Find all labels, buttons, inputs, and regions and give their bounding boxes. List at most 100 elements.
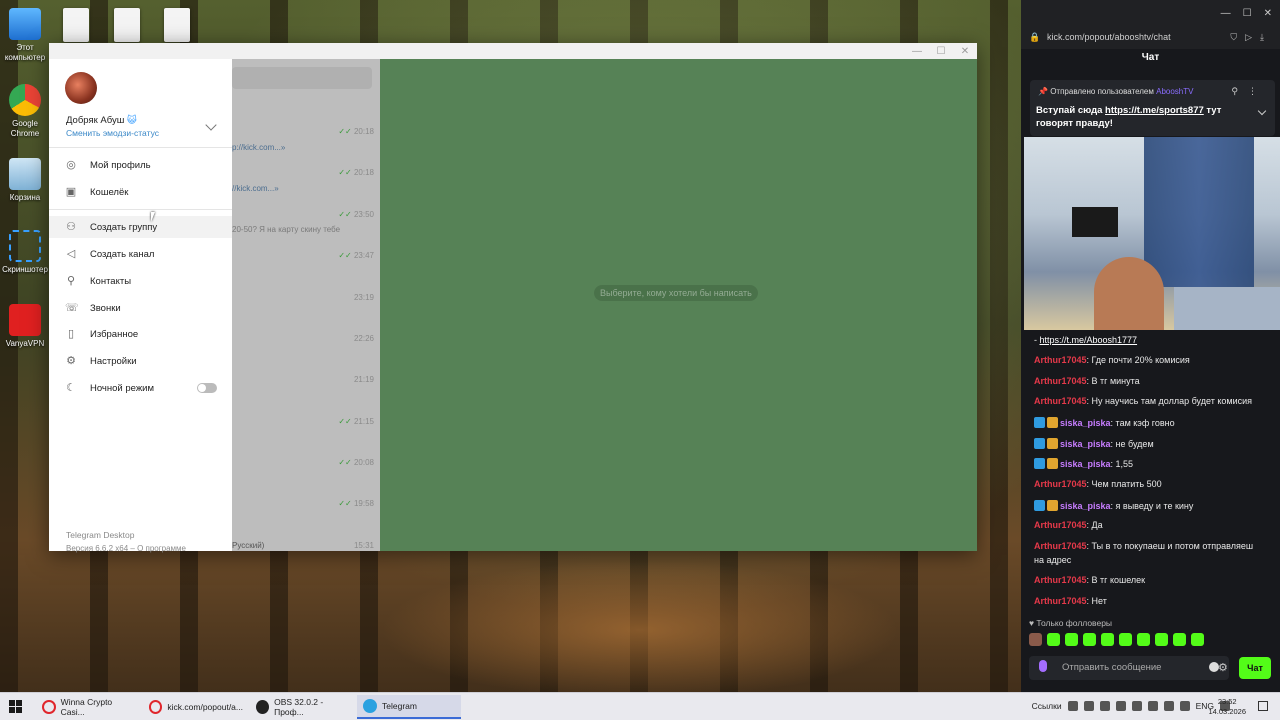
chat-row[interactable]: 22:26 — [232, 334, 380, 346]
file-icon[interactable] — [114, 8, 140, 42]
screenshot-shortcut[interactable]: Скриншотер — [0, 230, 50, 275]
microphone-icon[interactable] — [1039, 660, 1047, 672]
vanyavpn-shortcut[interactable]: VanyaVPN — [0, 304, 50, 349]
message-text: : Ну научись там доллар будет комисия — [1086, 396, 1252, 406]
maximize-icon[interactable]: ☐ — [1243, 8, 1252, 19]
menu-item-contacts[interactable]: ⚲ Контакты — [49, 270, 232, 292]
message-user[interactable]: Arthur17045 — [1034, 541, 1087, 551]
tray-icon[interactable] — [1147, 701, 1158, 711]
menu-item-night-mode[interactable]: ☾ Ночной режим — [49, 377, 232, 399]
version-about-link[interactable]: Версия 6.6.2 x64 – О программе — [66, 544, 186, 553]
chat-row[interactable]: Русский) 15:31 — [232, 541, 380, 553]
message-user[interactable]: Arthur17045 — [1034, 396, 1087, 406]
clock[interactable]: 23:52 14.03.2026 — [1208, 697, 1246, 717]
windows-start-icon[interactable] — [9, 700, 22, 713]
recycle-bin-shortcut[interactable]: Корзина — [0, 158, 50, 203]
address-bar[interactable]: 🔒 kick.com/popout/abooshtv/chat ⛉▷⤓ — [1021, 27, 1280, 49]
message-user[interactable]: Arthur17045 — [1034, 376, 1087, 386]
message-link[interactable]: https://t.me/Aboosh1777 — [1040, 335, 1138, 345]
minimize-button[interactable]: — — [905, 46, 929, 57]
chat-row[interactable]: 20-50? Я на карту скину тебе — [232, 225, 380, 237]
taskbar-item-kick[interactable]: kick.com/popout/a... — [143, 695, 243, 719]
emote-icon[interactable] — [1065, 633, 1078, 646]
emote-icon[interactable] — [1101, 633, 1114, 646]
message-user[interactable]: siska_piska — [1060, 501, 1111, 511]
chat-row[interactable]: //kick.com...» — [232, 184, 380, 196]
emote-icon[interactable] — [1173, 633, 1186, 646]
night-mode-toggle[interactable] — [197, 383, 217, 393]
emote-icon[interactable] — [1047, 633, 1060, 646]
message-user[interactable]: Arthur17045 — [1034, 520, 1087, 530]
menu-item-create-group[interactable]: ⚇ Создать группу — [49, 216, 232, 238]
pinned-actions[interactable]: ⚲⋮ — [1231, 86, 1267, 97]
chat-row[interactable]: ✓✓ 21:15 — [232, 417, 380, 429]
tray-icon[interactable] — [1115, 701, 1126, 711]
maximize-button[interactable]: ☐ — [929, 46, 953, 57]
tray-icon[interactable] — [1179, 701, 1190, 711]
emoji-status-icon[interactable]: 😺 — [127, 115, 137, 126]
chat-row[interactable]: ✓✓ 23:50 — [232, 210, 380, 222]
notification-icon[interactable] — [1258, 701, 1268, 711]
close-button[interactable]: ✕ — [953, 46, 977, 57]
file-icon[interactable] — [63, 8, 89, 42]
menu-item-calls[interactable]: ☏ Звонки — [49, 297, 232, 319]
chevron-down-icon[interactable] — [205, 119, 217, 131]
message-user[interactable]: Arthur17045 — [1034, 575, 1087, 585]
chat-message: Arthur17045: В тг минута — [1034, 376, 1140, 386]
pinned-user[interactable]: AbooshTV — [1156, 87, 1193, 96]
menu-item-settings[interactable]: ⚙ Настройки — [49, 350, 232, 372]
pinned-message[interactable]: 📌 Отправлено пользователем AbooshTV ⚲⋮ В… — [1030, 80, 1275, 136]
chat-row[interactable]: 23:19 — [232, 293, 380, 305]
phone-icon: ☏ — [65, 302, 79, 314]
minimize-icon[interactable]: — — [1221, 8, 1231, 19]
change-emoji-status-link[interactable]: Сменить эмодзи-статус — [66, 128, 159, 138]
search-input[interactable] — [232, 67, 372, 89]
message-user[interactable]: Arthur17045 — [1034, 355, 1087, 365]
emote-icon[interactable] — [1137, 633, 1150, 646]
emote-icon[interactable] — [1029, 633, 1042, 646]
chat-message: Arthur17045: Да — [1034, 520, 1103, 530]
links-toolbar[interactable]: Ссылки — [1032, 701, 1062, 711]
menu-item-my-profile[interactable]: ◎ Мой профиль — [49, 154, 232, 176]
chat-row[interactable]: ✓✓ 20:08 — [232, 458, 380, 470]
message-user[interactable]: Arthur17045 — [1034, 479, 1087, 489]
chat-row[interactable]: 21:19 — [232, 375, 380, 387]
menu-item-wallet[interactable]: ▣ Кошелёк — [49, 181, 232, 203]
emote-icon[interactable] — [1155, 633, 1168, 646]
emote-icon[interactable] — [1083, 633, 1096, 646]
chrome-shortcut[interactable]: Google Chrome — [0, 84, 50, 139]
taskbar-item-telegram[interactable]: Telegram — [357, 695, 461, 719]
chat-row[interactable]: ✓✓ 23:47 — [232, 251, 380, 263]
webcam-video[interactable] — [1024, 137, 1280, 330]
gear-icon[interactable]: ⚙ — [1218, 661, 1228, 674]
message-user[interactable]: siska_piska — [1060, 418, 1111, 428]
message-user[interactable]: siska_piska — [1060, 459, 1111, 469]
tray-icon[interactable] — [1163, 701, 1174, 711]
message-text: на адрес — [1034, 555, 1072, 565]
tray-icon[interactable] — [1083, 701, 1094, 711]
this-pc-shortcut[interactable]: Этот компьютер — [0, 8, 50, 63]
chat-row[interactable]: ✓✓ 20:18 — [232, 127, 380, 139]
send-chat-button[interactable]: Чат — [1239, 657, 1271, 679]
taskbar-item-winna[interactable]: Winna Crypto Casi... — [36, 695, 136, 719]
pinned-link[interactable]: https://t.me/sports877 — [1105, 105, 1204, 116]
file-icon[interactable] — [164, 8, 190, 42]
chat-row[interactable]: ✓✓ 20:18 — [232, 168, 380, 180]
emote-icon[interactable] — [1191, 633, 1204, 646]
menu-item-create-channel[interactable]: ◁ Создать канал — [49, 243, 232, 265]
browser-actions[interactable]: ⛉▷⤓ — [1230, 32, 1272, 43]
message-user[interactable]: siska_piska — [1060, 439, 1111, 449]
avatar[interactable] — [65, 72, 97, 104]
chat-row[interactable]: p://kick.com...» — [232, 143, 380, 155]
chat-message-input[interactable]: Отправить сообщение — [1029, 656, 1229, 680]
menu-item-saved[interactable]: ▯ Избранное — [49, 323, 232, 345]
tray-icon[interactable] — [1099, 701, 1110, 711]
message-user[interactable]: Arthur17045 — [1034, 596, 1087, 606]
taskbar-item-obs[interactable]: OBS 32.0.2 - Проф... — [250, 695, 350, 719]
tray-icon[interactable] — [1131, 701, 1142, 711]
chat-row[interactable]: ✓✓ 19:58 — [232, 499, 380, 511]
emote-icon[interactable] — [1119, 633, 1132, 646]
tray-icon[interactable] — [1067, 701, 1078, 711]
close-icon[interactable]: ✕ — [1264, 8, 1272, 19]
chevron-down-icon[interactable] — [1257, 106, 1267, 116]
